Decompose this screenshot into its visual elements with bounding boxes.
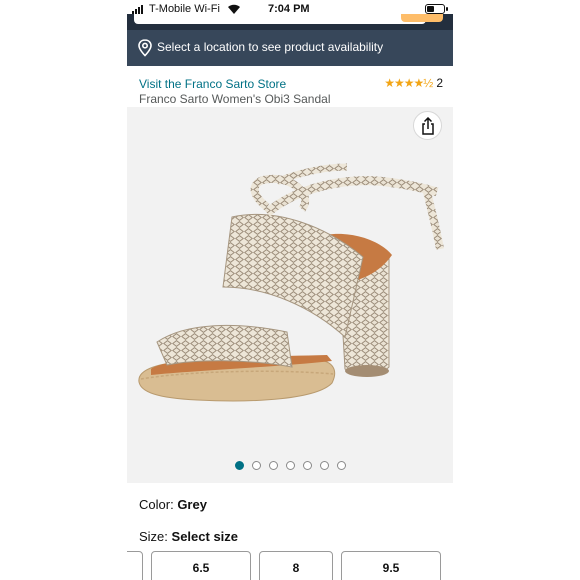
pagination-dot[interactable] [234, 461, 244, 470]
rating[interactable]: ★★★★½ 2 [384, 76, 443, 90]
color-label: Color: [139, 497, 174, 512]
pagination-dot[interactable] [336, 461, 346, 470]
pagination-dot[interactable] [268, 461, 278, 470]
phone-screen: T-Mobile Wi-Fi 7:04 PM Select a location… [127, 0, 453, 580]
pagination-dot[interactable] [285, 461, 295, 470]
size-option[interactable]: 8 [259, 551, 333, 580]
image-pagination [127, 461, 453, 470]
size-option[interactable]: 9.5 [341, 551, 441, 580]
battery-tip [446, 7, 448, 11]
star-rating-icon: ★★★★½ [384, 76, 433, 90]
color-selection: Color: Grey [139, 497, 207, 512]
search-input[interactable] [134, 14, 426, 24]
size-option[interactable] [127, 551, 143, 580]
search-button[interactable] [401, 14, 443, 22]
location-pin-icon [138, 39, 152, 57]
size-option[interactable]: 6.5 [151, 551, 251, 580]
product-image-gallery[interactable] [127, 107, 453, 483]
product-title: Franco Sarto Women's Obi3 Sandal [139, 92, 331, 106]
color-value: Grey [177, 497, 207, 512]
share-button[interactable] [413, 111, 442, 140]
battery-icon [425, 4, 445, 14]
pagination-dot[interactable] [251, 461, 261, 470]
store-link[interactable]: Visit the Franco Sarto Store [139, 77, 286, 91]
pagination-dot[interactable] [302, 461, 312, 470]
location-bar[interactable]: Select a location to see product availab… [127, 30, 453, 66]
size-options: 6.5 8 9.5 [127, 551, 441, 580]
location-text: Select a location to see product availab… [157, 40, 384, 54]
size-value: Select size [171, 529, 239, 544]
size-label: Size: [139, 529, 168, 544]
share-icon [421, 116, 434, 135]
rating-count: 2 [436, 76, 443, 90]
pagination-dot[interactable] [319, 461, 329, 470]
size-selection: Size: Select size [139, 529, 238, 544]
product-image [138, 163, 444, 402]
signal-icon [132, 5, 143, 14]
